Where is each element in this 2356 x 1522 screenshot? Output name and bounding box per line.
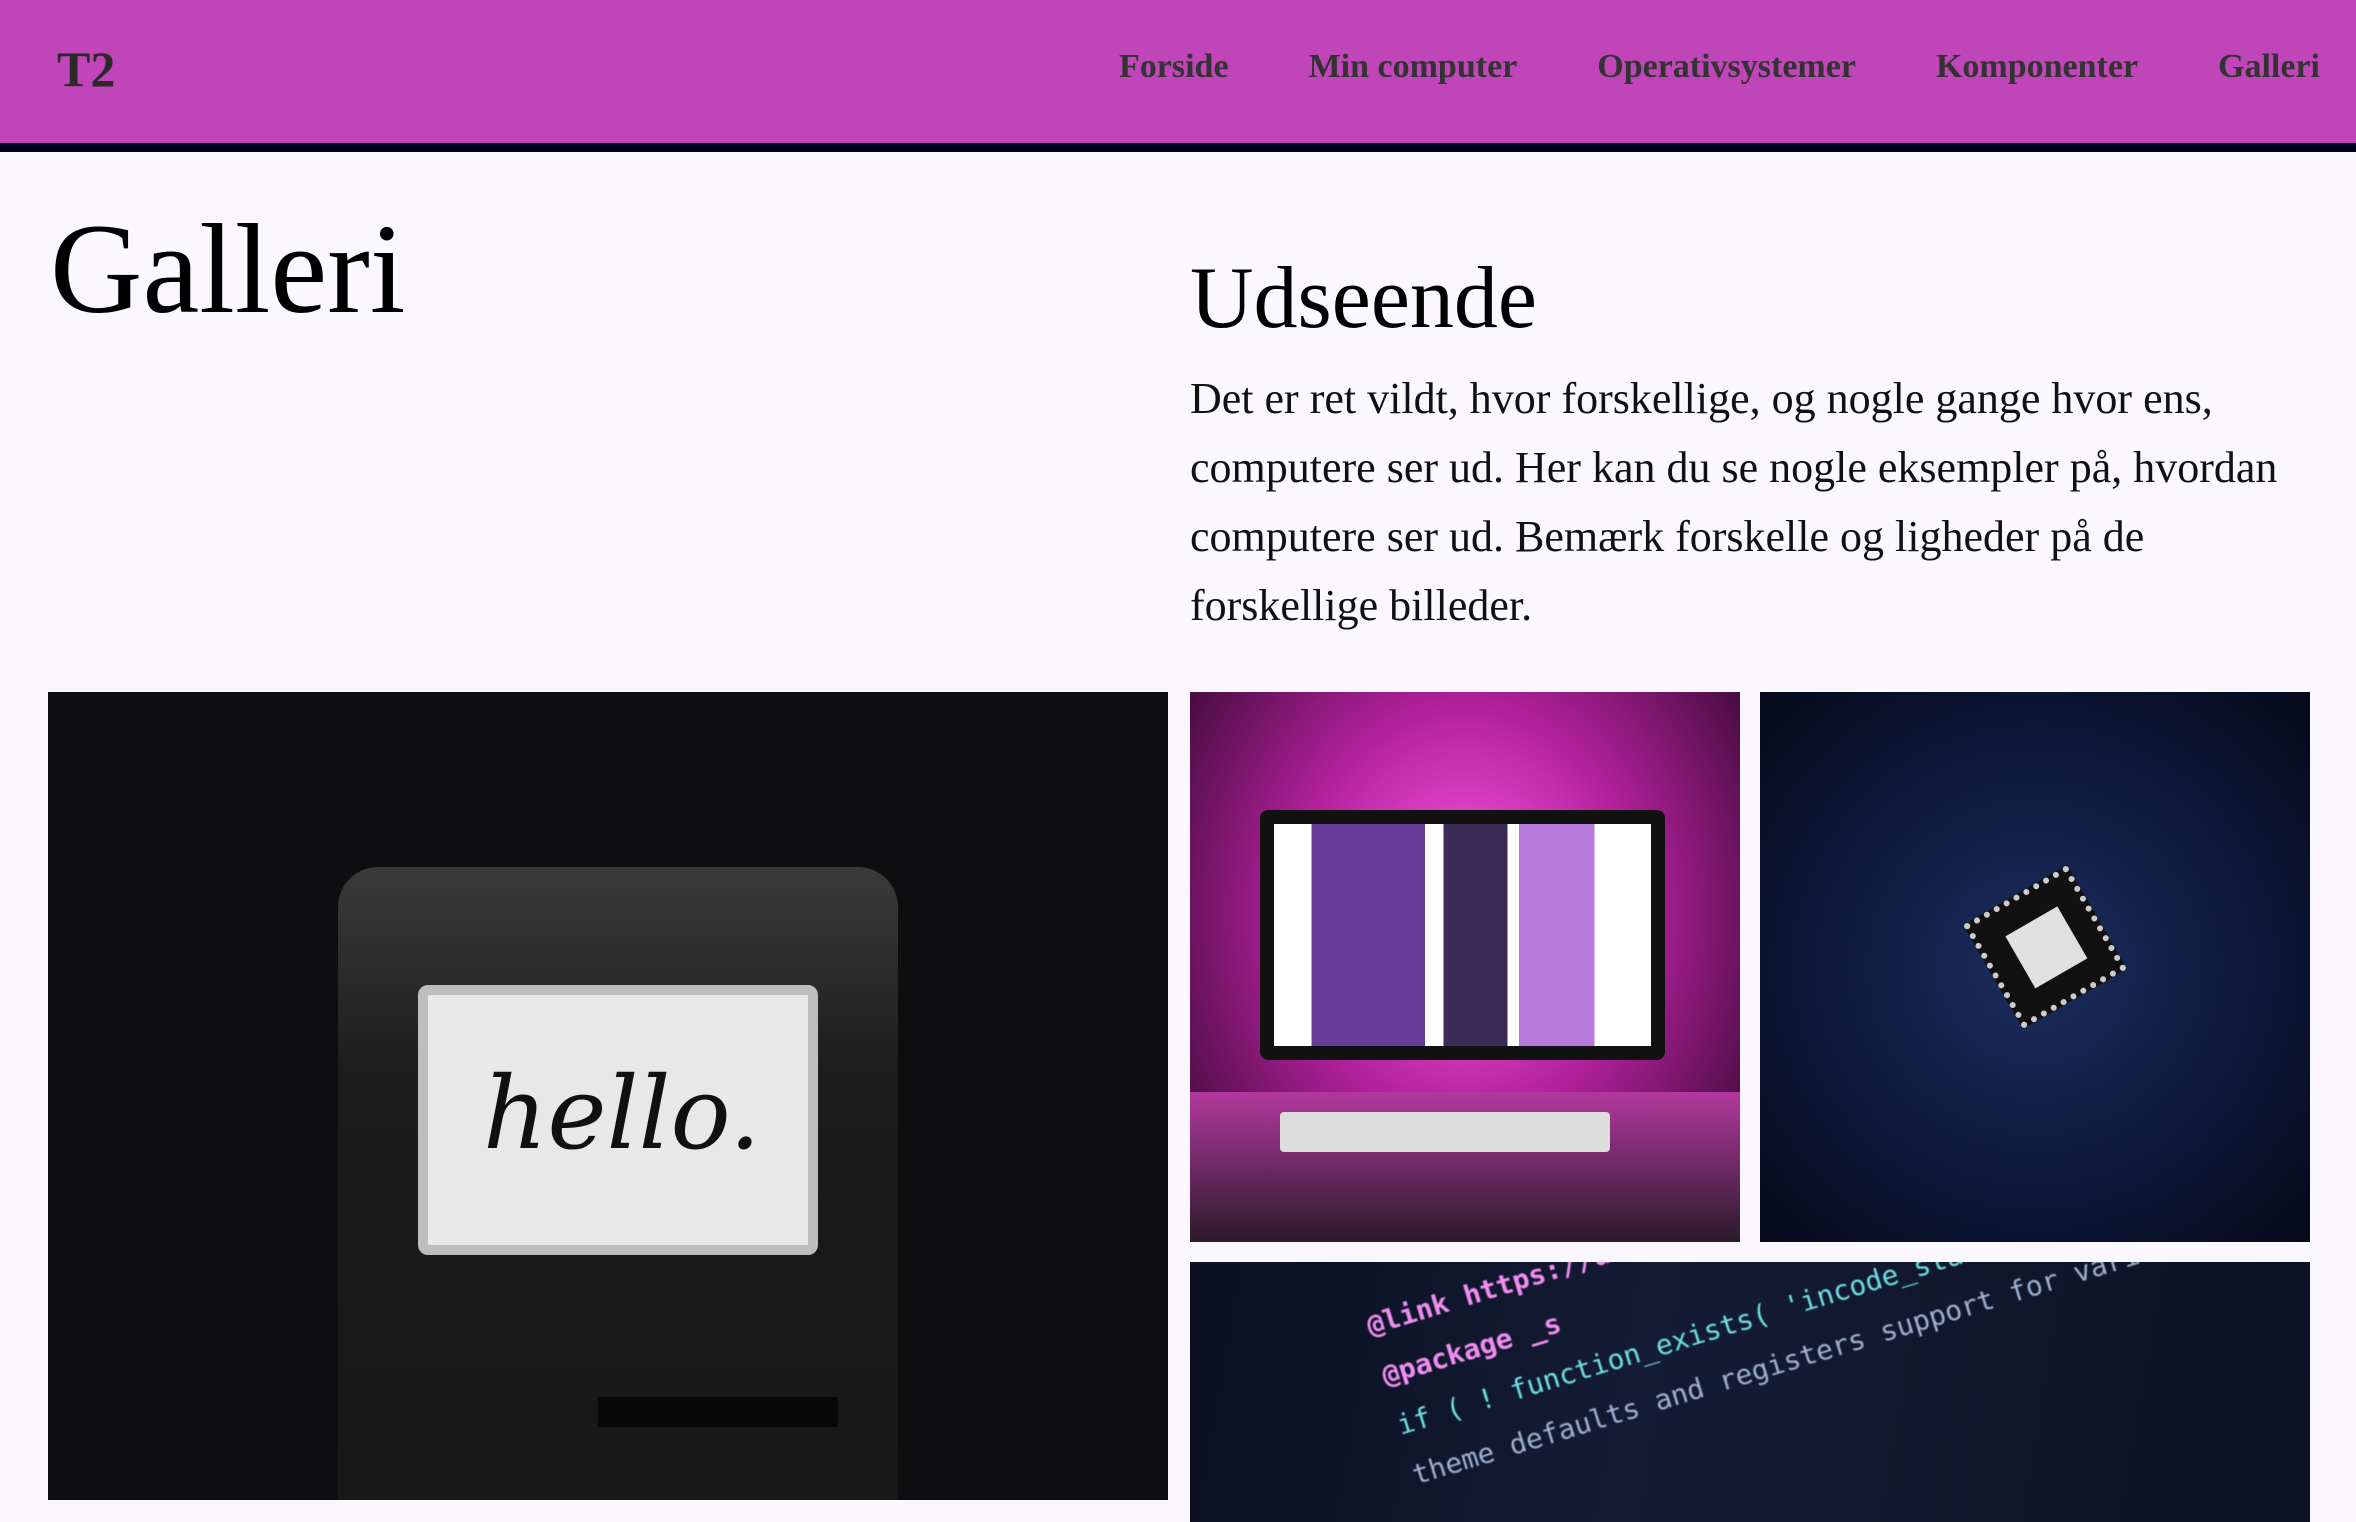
cpu-chip <box>1963 865 2127 1029</box>
nav-galleri[interactable]: Galleri <box>2218 48 2320 86</box>
page-title: Galleri <box>50 198 406 340</box>
keyboard <box>1280 1112 1610 1152</box>
mac-screen: hello. <box>418 985 818 1255</box>
imac-screen <box>1260 810 1665 1060</box>
gallery-image-imac-desk <box>1190 692 1740 1242</box>
gallery-image-code: @link https://developer @package _s if (… <box>1190 1262 2310 1522</box>
section-title: Udseende <box>1190 250 1537 347</box>
site-logo[interactable]: T2 <box>57 40 115 98</box>
mac-screen-text: hello. <box>483 1055 761 1172</box>
gallery-image-cpu-chip <box>1760 692 2310 1242</box>
nav-forside[interactable]: Forside <box>1119 48 1229 86</box>
intro-text: Det er ret vildt, hvor forskellige, og n… <box>1190 374 2278 630</box>
site-header: T2 Forside Min computer Operativsystemer… <box>0 0 2356 152</box>
macintosh-computer: hello. <box>338 867 898 1500</box>
nav-komponenter[interactable]: Komponenter <box>1936 48 2138 86</box>
code-snippet: @link https://developer @package _s if (… <box>1360 1262 2310 1501</box>
nav-operativsystemer[interactable]: Operativsystemer <box>1597 48 1856 86</box>
floppy-slot <box>598 1397 838 1427</box>
gallery-image-macintosh: hello. <box>48 692 1168 1500</box>
nav-min-computer[interactable]: Min computer <box>1309 48 1518 86</box>
main-nav: Forside Min computer Operativsystemer Ko… <box>1119 48 2320 86</box>
